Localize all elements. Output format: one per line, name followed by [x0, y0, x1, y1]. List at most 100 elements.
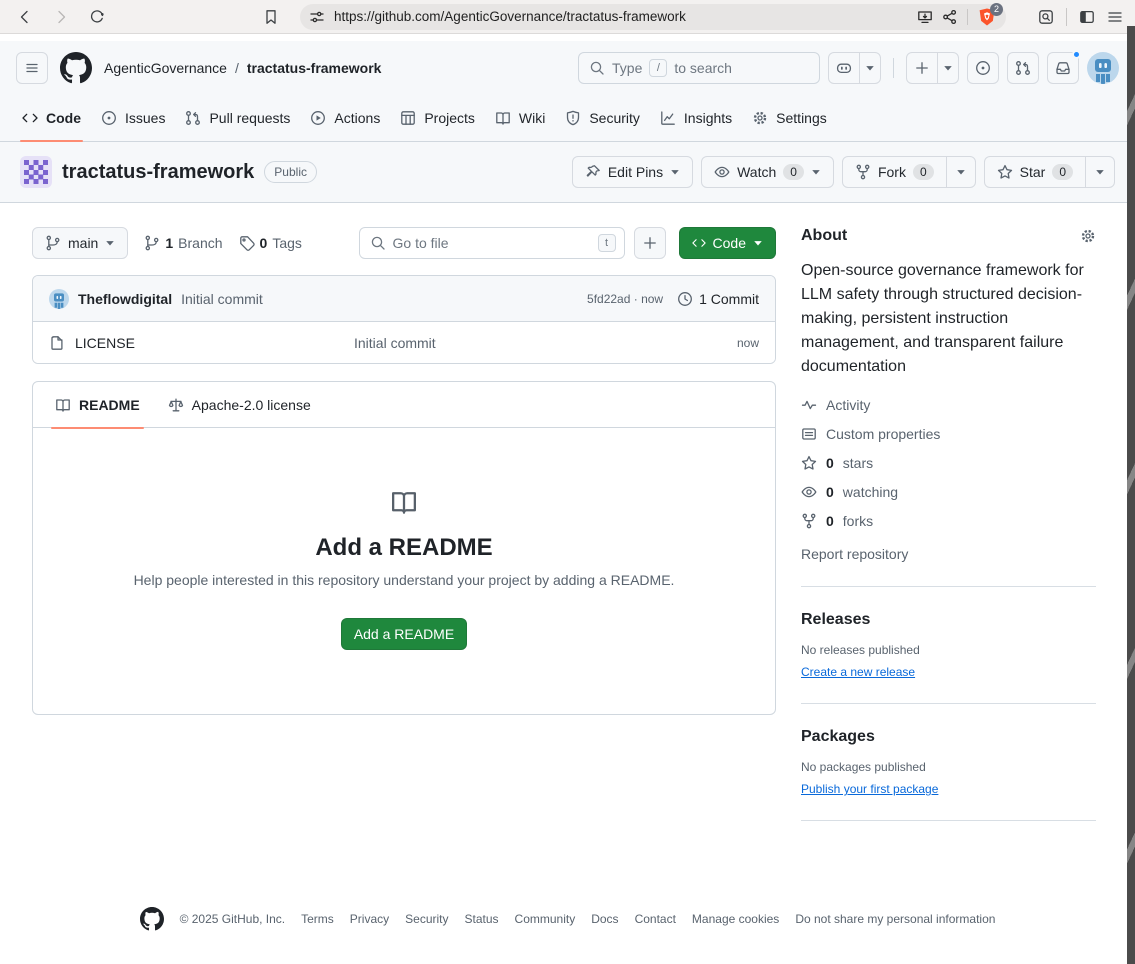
user-avatar[interactable]: [1087, 52, 1119, 84]
bookmark-icon[interactable]: [258, 4, 284, 30]
tags-link[interactable]: 0 Tags: [239, 235, 302, 251]
tab-code[interactable]: Code: [12, 95, 91, 141]
footer-link-docs[interactable]: Docs: [591, 912, 618, 926]
fork-count: 0: [913, 164, 934, 180]
tab-security[interactable]: Security: [555, 95, 650, 141]
publish-package-link[interactable]: Publish your first package: [801, 782, 938, 796]
button-label: Fork: [878, 164, 906, 180]
commit-author-avatar[interactable]: [49, 289, 69, 309]
breadcrumb-repo[interactable]: tractatus-framework: [247, 60, 382, 76]
footer-link-status[interactable]: Status: [465, 912, 499, 926]
code-download-button[interactable]: Code: [679, 227, 776, 259]
star-button[interactable]: Star 0: [984, 156, 1086, 188]
site-permissions-icon[interactable]: [309, 9, 325, 25]
file-age: now: [737, 336, 759, 350]
star-menu-button[interactable]: [1085, 156, 1115, 188]
goto-file-input[interactable]: Go to file t: [359, 227, 625, 259]
repo-avatar[interactable]: [20, 156, 52, 188]
commit-author[interactable]: Theflowdigital: [78, 291, 172, 307]
tab-actions[interactable]: Actions: [300, 95, 390, 141]
save-page-icon[interactable]: [917, 9, 933, 25]
footer-link-community[interactable]: Community: [515, 912, 576, 926]
issue-opened-icon: [975, 60, 991, 76]
chevron-down-icon: [105, 238, 115, 248]
fork-menu-button[interactable]: [946, 156, 976, 188]
back-icon[interactable]: [12, 4, 38, 30]
sidebar-item-stars[interactable]: 0 stars: [801, 455, 1096, 471]
github-logo[interactable]: [60, 52, 92, 84]
footer-link-security[interactable]: Security: [405, 912, 448, 926]
tab-settings[interactable]: Settings: [742, 95, 837, 141]
footer-link-manage-cookies[interactable]: Manage cookies: [692, 912, 779, 926]
sidebar-item-watching[interactable]: 0 watching: [801, 484, 1096, 500]
tab-label: Issues: [125, 110, 165, 126]
footer-link-do-not-share[interactable]: Do not share my personal information: [795, 912, 995, 926]
gear-icon[interactable]: [1080, 228, 1096, 244]
share-icon[interactable]: [942, 9, 958, 25]
add-readme-button[interactable]: Add a README: [341, 618, 467, 650]
packages-title[interactable]: Packages: [801, 728, 1096, 746]
inbox-button[interactable]: [1047, 52, 1079, 84]
browser-menu-icon[interactable]: [1107, 9, 1123, 25]
commit-sha-time[interactable]: 5fd22ad · now: [587, 292, 663, 306]
footer-link-privacy[interactable]: Privacy: [350, 912, 389, 926]
tab-insights[interactable]: Insights: [650, 95, 742, 141]
tab-label: README: [79, 397, 140, 413]
table-row[interactable]: LICENSE Initial commit now: [33, 321, 775, 363]
file-commit-message[interactable]: Initial commit: [354, 335, 737, 351]
watch-button[interactable]: Watch 0: [701, 156, 834, 188]
report-repository-link[interactable]: Report repository: [801, 546, 1096, 562]
brave-shield-icon[interactable]: 2: [977, 7, 997, 27]
tab-readme[interactable]: README: [41, 382, 154, 428]
create-release-link[interactable]: Create a new release: [801, 665, 915, 679]
commit-history-link[interactable]: 1 Commit: [677, 291, 759, 307]
copilot-menu-button[interactable]: [859, 52, 881, 84]
your-issues-button[interactable]: [967, 52, 999, 84]
global-search-input[interactable]: Type / to search: [578, 52, 820, 84]
reload-icon[interactable]: [84, 4, 110, 30]
file-name[interactable]: LICENSE: [75, 335, 135, 351]
url-text[interactable]: https://github.com/AgenticGovernance/tra…: [334, 9, 908, 24]
sidebar-toggle-icon[interactable]: [1079, 9, 1095, 25]
address-bar[interactable]: https://github.com/AgenticGovernance/tra…: [300, 4, 1006, 30]
copyright: © 2025 GitHub, Inc.: [180, 912, 286, 926]
tab-projects[interactable]: Projects: [390, 95, 485, 141]
search-tabs-icon[interactable]: [1038, 9, 1054, 25]
sidebar-item-label: Custom properties: [826, 426, 940, 442]
footer-link-terms[interactable]: Terms: [301, 912, 334, 926]
tab-issues[interactable]: Issues: [91, 95, 175, 141]
sidebar-item-custom-properties[interactable]: Custom properties: [801, 426, 1096, 442]
tab-pull-requests[interactable]: Pull requests: [175, 95, 300, 141]
your-pull-requests-button[interactable]: [1007, 52, 1039, 84]
footer-link-contact[interactable]: Contact: [635, 912, 676, 926]
add-file-button[interactable]: [634, 227, 666, 259]
edit-pins-button[interactable]: Edit Pins: [572, 156, 693, 188]
copilot-button[interactable]: [828, 52, 860, 84]
browser-toolbar: https://github.com/AgenticGovernance/tra…: [0, 0, 1135, 34]
tab-wiki[interactable]: Wiki: [485, 95, 555, 141]
create-new-button[interactable]: [906, 52, 938, 84]
latest-commit-row: Theflowdigital Initial commit 5fd22ad · …: [33, 276, 775, 321]
code-icon: [22, 110, 38, 126]
fork-button[interactable]: Fork 0: [842, 156, 947, 188]
global-nav-menu-button[interactable]: [16, 52, 48, 84]
github-logo[interactable]: [140, 907, 164, 931]
tab-license[interactable]: Apache-2.0 license: [154, 382, 325, 428]
sidebar-item-activity[interactable]: Activity: [801, 397, 1096, 413]
inbox-icon: [1055, 60, 1071, 76]
sidebar-item-forks[interactable]: 0 forks: [801, 513, 1096, 529]
about-title: About: [801, 227, 847, 245]
watch-count: 0: [783, 164, 804, 180]
branches-link[interactable]: 1 Branch: [144, 235, 222, 251]
commit-message[interactable]: Initial commit: [181, 291, 263, 307]
forward-icon[interactable]: [48, 4, 74, 30]
tab-label: Settings: [776, 110, 827, 126]
branch-count-label: Branch: [178, 235, 222, 251]
releases-title[interactable]: Releases: [801, 611, 1096, 629]
branch-selector[interactable]: main: [32, 227, 128, 259]
book-icon: [495, 110, 511, 126]
breadcrumb-owner[interactable]: AgenticGovernance: [104, 60, 227, 76]
create-new-menu-button[interactable]: [937, 52, 959, 84]
page-title[interactable]: tractatus-framework: [62, 161, 254, 184]
book-icon: [390, 488, 418, 516]
